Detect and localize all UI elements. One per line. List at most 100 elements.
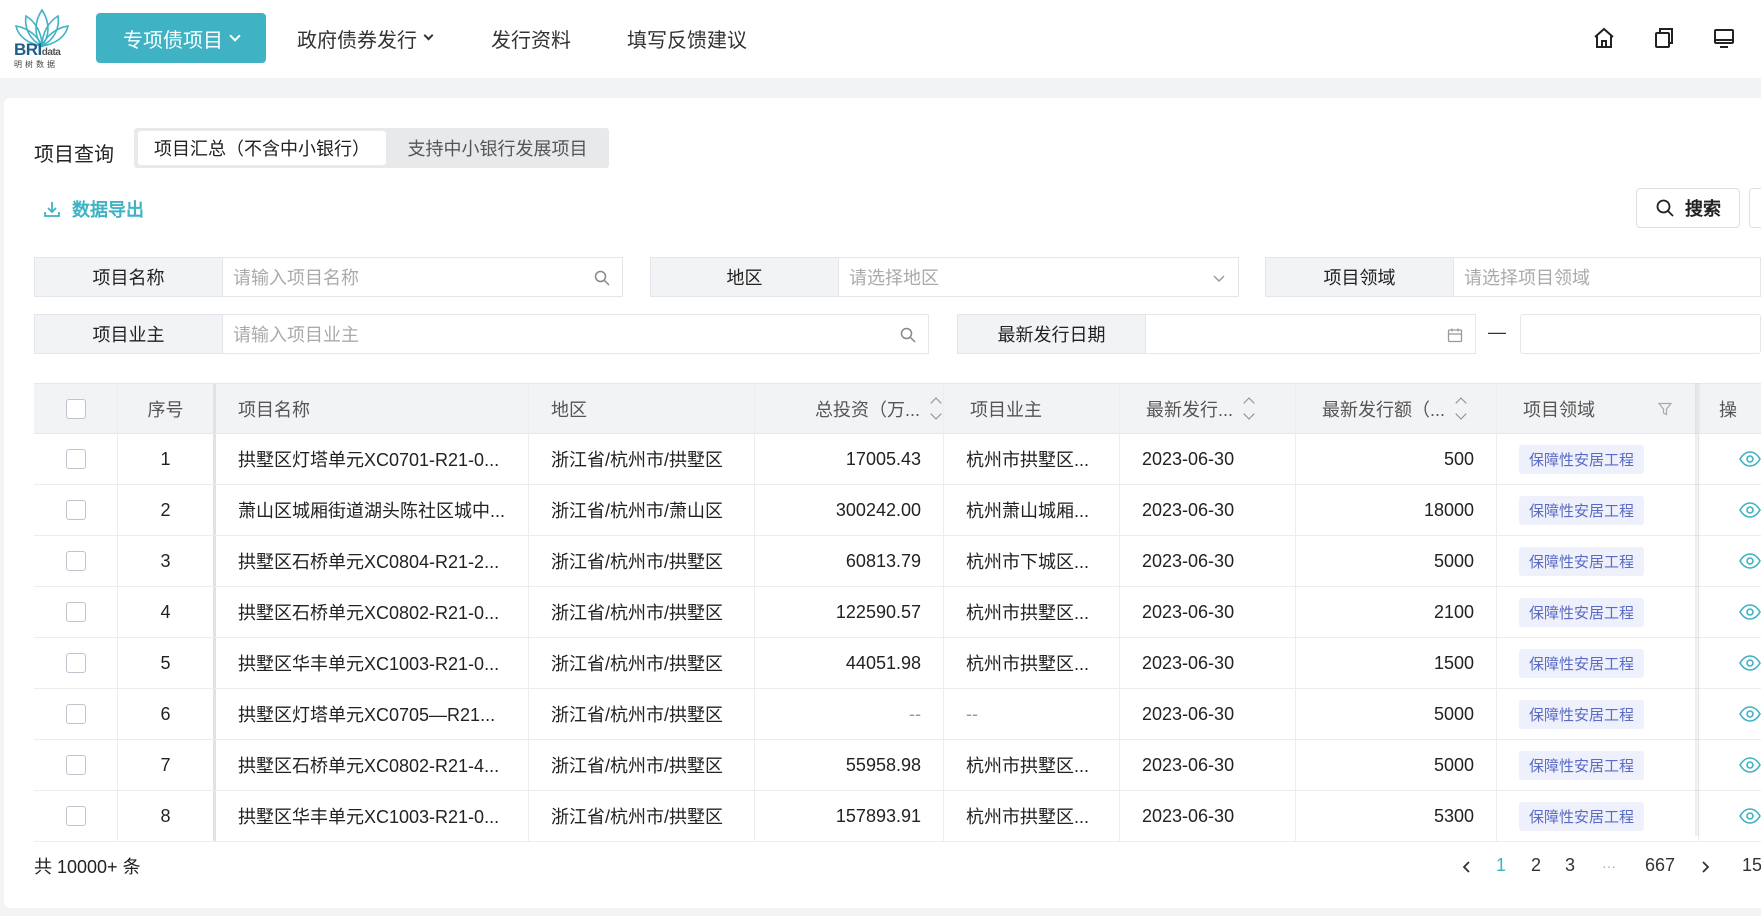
cell-project-domain: 保障性安居工程 — [1497, 587, 1699, 637]
select-all-checkbox[interactable] — [65, 398, 86, 419]
date-start-input[interactable] — [1146, 314, 1476, 354]
cell-project-owner: -- — [944, 689, 1120, 739]
table-row[interactable]: 2 萧山区城厢街道湖头陈社区城中... 浙江省/杭州市/萧山区 300242.00 杭州… — [34, 485, 1761, 536]
filter-label-project-name: 项目名称 — [34, 257, 223, 297]
filter-icon[interactable] — [1658, 402, 1672, 416]
header-total-investment[interactable]: 总投资（万... — [755, 384, 944, 433]
search-button[interactable]: 搜索 — [1636, 188, 1740, 228]
project-name-input[interactable]: 请输入项目名称 — [223, 257, 623, 297]
row-checkbox[interactable] — [65, 602, 86, 622]
page-size-select[interactable]: 15 — [1742, 855, 1761, 876]
cell-actions — [1699, 485, 1761, 535]
domain-tag: 保障性安居工程 — [1519, 546, 1645, 576]
cell-total-investment: 44051.98 — [755, 638, 944, 688]
cell-latest-issue-amount: 500 — [1296, 434, 1497, 484]
cell-total-investment: 17005.43 — [755, 434, 944, 484]
filter-label-latest-issue-date: 最新发行日期 — [957, 314, 1146, 354]
domain-tag: 保障性安居工程 — [1519, 597, 1645, 627]
cell-project-name[interactable]: 拱墅区华丰单元XC1003-R21-0... — [216, 638, 529, 688]
cell-project-name[interactable]: 拱墅区灯塔单元XC0701-R21-0... — [216, 434, 529, 484]
header-latest-issue-amount[interactable]: 最新发行额（... — [1296, 384, 1497, 433]
table-row[interactable]: 5 拱墅区华丰单元XC1003-R21-0... 浙江省/杭州市/拱墅区 44051.… — [34, 638, 1761, 689]
data-export-button[interactable]: 数据导出 — [42, 196, 144, 222]
cell-index: 1 — [118, 434, 216, 484]
view-eye-icon[interactable] — [1739, 808, 1761, 824]
row-checkbox[interactable] — [65, 449, 86, 469]
page-3[interactable]: 3 — [1565, 855, 1575, 876]
table-row[interactable]: 3 拱墅区石桥单元XC0804-R21-2... 浙江省/杭州市/拱墅区 60813.… — [34, 536, 1761, 587]
view-eye-icon[interactable] — [1739, 706, 1761, 722]
nav-feedback[interactable]: 填写反馈建议 — [627, 13, 747, 63]
row-checkbox[interactable] — [65, 806, 86, 826]
header-project-domain[interactable]: 项目领域 — [1497, 384, 1699, 433]
segment-small-bank-projects[interactable]: 支持中小银行发展项目 — [390, 131, 605, 165]
row-checkbox[interactable] — [65, 500, 86, 520]
next-page-icon[interactable] — [1698, 860, 1712, 874]
cell-region: 浙江省/杭州市/拱墅区 — [529, 689, 755, 739]
copy-icon[interactable] — [1652, 26, 1676, 50]
row-checkbox[interactable] — [65, 704, 86, 724]
cell-latest-issue-amount: 2100 — [1296, 587, 1497, 637]
view-eye-icon[interactable] — [1739, 604, 1761, 620]
nav-government-bond-issuance[interactable]: 政府债券发行 — [297, 13, 434, 63]
cell-select — [34, 791, 118, 841]
cell-select — [34, 434, 118, 484]
cell-project-owner: 杭州市拱墅区... — [944, 587, 1120, 637]
page-667[interactable]: 667 — [1645, 855, 1675, 876]
nav-label: 政府债券发行 — [297, 29, 417, 52]
cell-region: 浙江省/杭州市/拱墅区 — [529, 536, 755, 586]
cell-region: 浙江省/杭州市/拱墅区 — [529, 791, 755, 841]
date-end-input[interactable] — [1520, 314, 1761, 354]
page-1[interactable]: 1 — [1496, 855, 1506, 876]
cell-latest-issue-date: 2023-06-30 — [1120, 434, 1296, 484]
table-row[interactable]: 4 拱墅区石桥单元XC0802-R21-0... 浙江省/杭州市/拱墅区 122590… — [34, 587, 1761, 638]
search-icon — [900, 327, 916, 343]
view-eye-icon[interactable] — [1739, 502, 1761, 518]
monitor-icon[interactable] — [1712, 26, 1736, 50]
project-owner-input[interactable]: 请输入项目业主 — [223, 314, 929, 354]
cell-latest-issue-amount: 1500 — [1296, 638, 1497, 688]
logo-subtitle: 明树数据 — [14, 60, 58, 69]
filter-label-project-domain: 项目领域 — [1265, 257, 1454, 297]
page-ellipsis[interactable]: ··· — [1602, 858, 1616, 874]
segment-project-summary[interactable]: 项目汇总（不含中小银行） — [138, 131, 386, 165]
export-label: 数据导出 — [72, 200, 144, 220]
view-eye-icon[interactable] — [1739, 757, 1761, 773]
project-domain-select[interactable]: 请选择项目领域 — [1454, 257, 1761, 297]
sort-icon — [1243, 397, 1255, 420]
filter-label-project-owner: 项目业主 — [34, 314, 223, 354]
cell-project-name[interactable]: 萧山区城厢街道湖头陈社区城中... — [216, 485, 529, 535]
cell-project-name[interactable]: 拱墅区石桥单元XC0802-R21-0... — [216, 587, 529, 637]
nav-issuance-documents[interactable]: 发行资料 — [491, 13, 571, 63]
table-row[interactable]: 1 拱墅区灯塔单元XC0701-R21-0... 浙江省/杭州市/拱墅区 17005.… — [34, 434, 1761, 485]
cell-project-name[interactable]: 拱墅区灯塔单元XC0705—R21... — [216, 689, 529, 739]
prev-page-icon[interactable] — [1460, 860, 1474, 874]
cell-project-name[interactable]: 拱墅区石桥单元XC0804-R21-2... — [216, 536, 529, 586]
header-actions: 操 — [1719, 399, 1737, 420]
row-checkbox[interactable] — [65, 755, 86, 775]
view-eye-icon[interactable] — [1739, 655, 1761, 671]
page-2[interactable]: 2 — [1531, 855, 1541, 876]
home-icon[interactable] — [1592, 26, 1616, 50]
cell-index: 8 — [118, 791, 216, 841]
view-eye-icon[interactable] — [1739, 553, 1761, 569]
cell-project-name[interactable]: 拱墅区石桥单元XC0802-R21-4... — [216, 740, 529, 790]
table-row[interactable]: 7 拱墅区石桥单元XC0802-R21-4... 浙江省/杭州市/拱墅区 55958.… — [34, 740, 1761, 791]
cell-index: 5 — [118, 638, 216, 688]
table-row[interactable]: 8 拱墅区华丰单元XC1003-R21-0... 浙江省/杭州市/拱墅区 157893… — [34, 791, 1761, 842]
header-latest-issue-date[interactable]: 最新发行... — [1120, 384, 1296, 433]
reset-button[interactable] — [1749, 188, 1761, 228]
placeholder: 请输入项目名称 — [233, 268, 359, 288]
row-checkbox[interactable] — [65, 551, 86, 571]
nav-special-bond-projects[interactable]: 专项债项目 — [96, 13, 266, 63]
table-row[interactable]: 6 拱墅区灯塔单元XC0705—R21... 浙江省/杭州市/拱墅区 -- -- 2023… — [34, 689, 1761, 740]
cell-project-domain: 保障性安居工程 — [1497, 485, 1699, 535]
view-eye-icon[interactable] — [1739, 451, 1761, 467]
cell-project-name[interactable]: 拱墅区华丰单元XC1003-R21-0... — [216, 791, 529, 841]
region-select[interactable]: 请选择地区 — [839, 257, 1239, 297]
header-index: 序号 — [118, 384, 216, 433]
row-checkbox[interactable] — [65, 653, 86, 673]
filter-label-region: 地区 — [650, 257, 839, 297]
cell-actions — [1699, 536, 1761, 586]
cell-total-investment: 55958.98 — [755, 740, 944, 790]
